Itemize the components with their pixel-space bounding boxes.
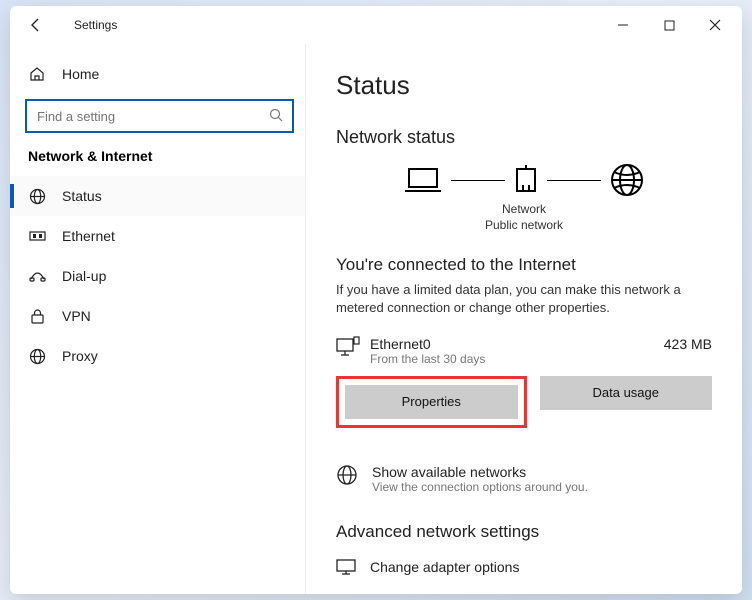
- adapter-options-label: Change adapter options: [370, 559, 519, 575]
- globe-icon: [28, 187, 46, 205]
- sidebar-home-label: Home: [62, 66, 99, 82]
- diagram-label: Network Public network: [336, 202, 712, 233]
- sidebar: Home Network & Internet Status Ether: [10, 44, 306, 594]
- monitor-icon: [336, 558, 356, 576]
- sidebar-item-proxy[interactable]: Proxy: [10, 336, 305, 376]
- sidebar-item-label: Ethernet: [62, 228, 115, 244]
- sidebar-item-label: Proxy: [62, 348, 98, 364]
- adapter-icon: [336, 336, 360, 358]
- dialup-icon: [28, 267, 46, 285]
- adapter-sub: From the last 30 days: [370, 352, 485, 366]
- connected-heading: You're connected to the Internet: [336, 255, 712, 275]
- sidebar-item-ethernet[interactable]: Ethernet: [10, 216, 305, 256]
- globe-large-icon: [609, 162, 645, 198]
- search-input[interactable]: [26, 100, 293, 132]
- search-icon: [269, 108, 283, 122]
- properties-button[interactable]: Properties: [345, 385, 518, 419]
- network-diagram: [336, 162, 712, 198]
- close-button[interactable]: [692, 6, 738, 44]
- networks-icon: [336, 464, 358, 486]
- laptop-icon: [403, 165, 443, 195]
- properties-highlight: Properties: [336, 376, 527, 428]
- adapter-name: Ethernet0: [370, 336, 485, 352]
- sidebar-item-label: Status: [62, 188, 102, 204]
- connected-body: If you have a limited data plan, you can…: [336, 281, 712, 317]
- adapter-row: Ethernet0 From the last 30 days 423 MB: [336, 336, 712, 366]
- search-wrap: [26, 100, 293, 132]
- advanced-heading: Advanced network settings: [336, 522, 712, 542]
- sidebar-section-heading: Network & Internet: [10, 146, 305, 176]
- show-available-networks[interactable]: Show available networks View the connect…: [336, 464, 712, 494]
- settings-window: Settings Home Network: [10, 6, 742, 594]
- page-title: Status: [336, 70, 712, 101]
- ethernet-icon: [28, 227, 46, 245]
- available-sub: View the connection options around you.: [372, 480, 588, 494]
- available-title: Show available networks: [372, 464, 588, 480]
- content-pane: Status Network status Network Public net…: [306, 44, 742, 594]
- sidebar-item-label: VPN: [62, 308, 91, 324]
- adapter-usage: 423 MB: [664, 336, 712, 352]
- sidebar-home[interactable]: Home: [10, 54, 305, 94]
- app-title: Settings: [74, 18, 117, 32]
- change-adapter-options[interactable]: Change adapter options: [336, 558, 712, 576]
- maximize-button[interactable]: [646, 6, 692, 44]
- home-icon: [28, 65, 46, 83]
- router-icon: [513, 165, 539, 195]
- minimize-button[interactable]: [600, 6, 646, 44]
- proxy-icon: [28, 347, 46, 365]
- titlebar: Settings: [10, 6, 742, 44]
- data-usage-button[interactable]: Data usage: [540, 376, 713, 410]
- sidebar-item-vpn[interactable]: VPN: [10, 296, 305, 336]
- vpn-icon: [28, 307, 46, 325]
- sidebar-item-status[interactable]: Status: [10, 176, 305, 216]
- network-status-heading: Network status: [336, 127, 712, 148]
- back-button[interactable]: [24, 13, 48, 37]
- sidebar-item-label: Dial-up: [62, 268, 106, 284]
- sidebar-item-dialup[interactable]: Dial-up: [10, 256, 305, 296]
